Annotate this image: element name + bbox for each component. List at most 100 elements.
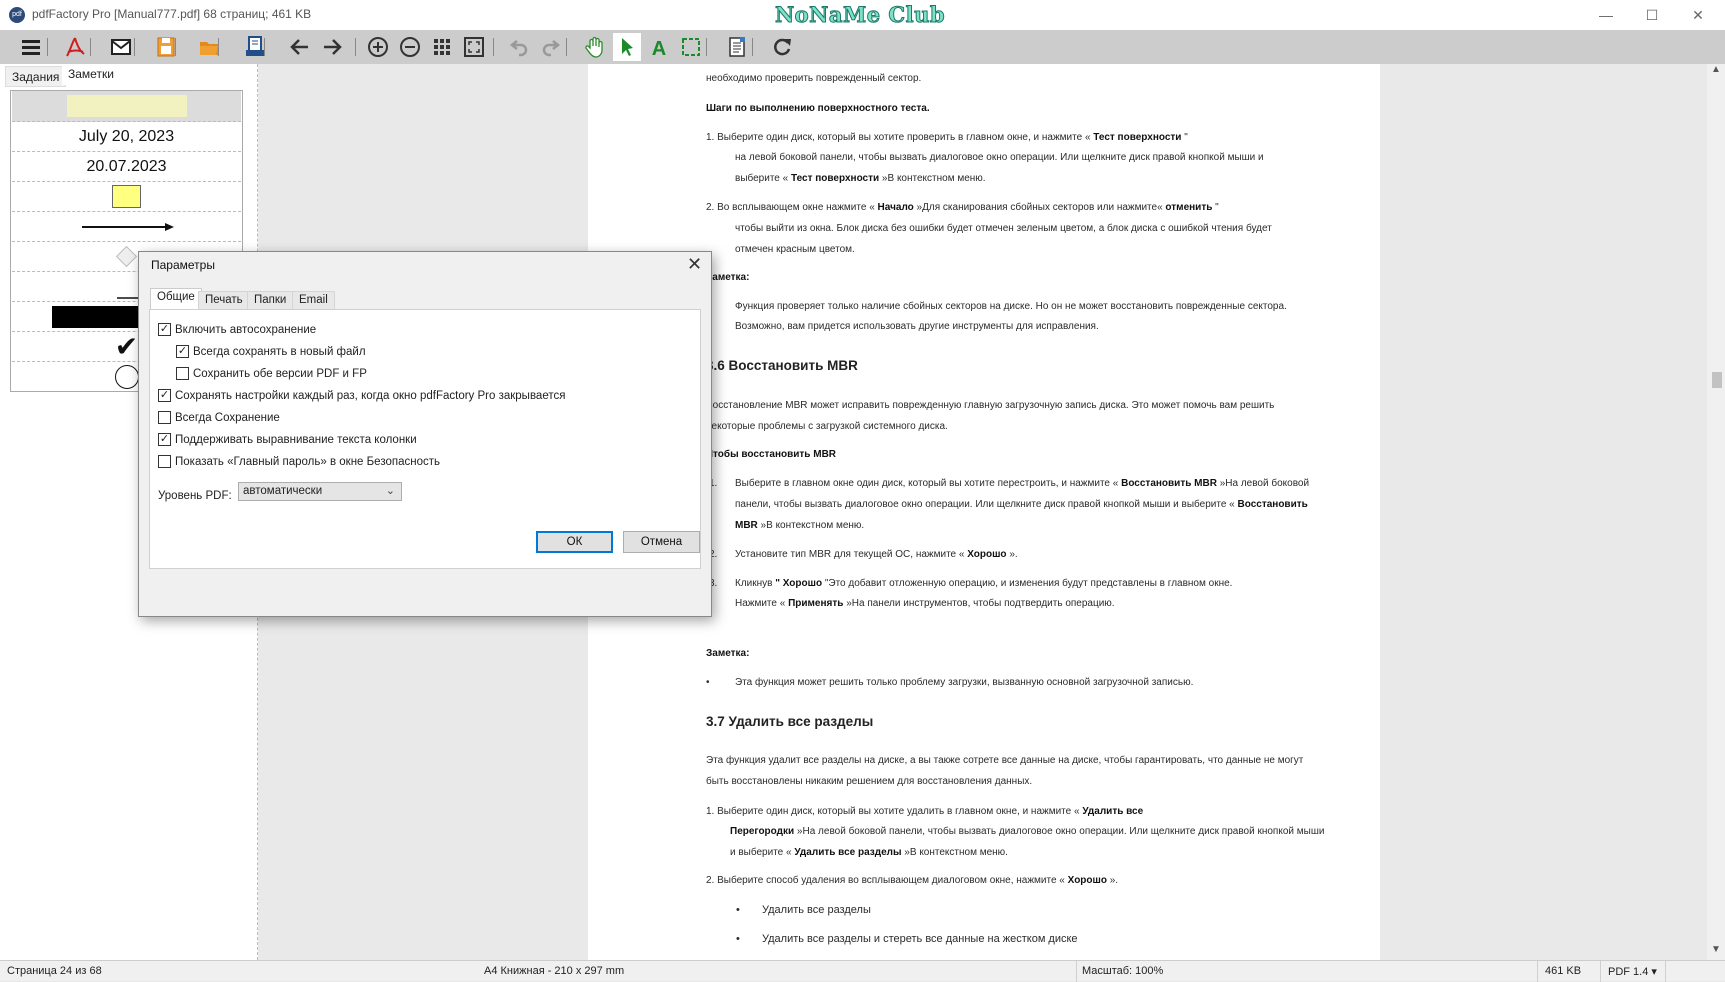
forward-button[interactable] — [318, 33, 346, 61]
toolbar-separator — [355, 38, 356, 56]
ok-button[interactable]: ОК — [536, 531, 613, 553]
dialog-close-button[interactable]: ✕ — [687, 254, 702, 275]
toolbar: A — [0, 30, 1725, 64]
text-line: Эта функция удалит все разделы на диске,… — [706, 755, 1303, 766]
back-button[interactable] — [286, 33, 314, 61]
tab-folders[interactable]: Папки — [247, 291, 294, 309]
option-label: Всегда сохранять в новый файл — [193, 345, 366, 358]
chevron-down-icon: ⌄ — [385, 485, 395, 497]
text-run: Функция проверяет только наличие сбойных… — [735, 301, 1287, 312]
tab-tasks[interactable]: Задания — [5, 66, 67, 87]
option-row[interactable]: ✓ Всегда сохранять в новый файл — [176, 345, 366, 358]
note-highlight[interactable] — [12, 91, 241, 122]
refresh-button[interactable] — [768, 33, 796, 61]
bold-text: " Хорошо — [775, 578, 823, 589]
minimize-button[interactable]: — — [1583, 0, 1629, 30]
fit-page-button[interactable] — [460, 33, 488, 61]
section-heading: 3.6 Восстановить MBR — [706, 358, 858, 373]
text-line: Удалить все разделы и стереть все данные… — [762, 933, 1078, 945]
text-run: на левой боковой панели, чтобы вызвать д… — [735, 152, 1264, 163]
option-row[interactable]: ✓ Поддерживать выравнивание текста колонк… — [158, 433, 417, 446]
option-label: Показать «Главный пароль» в окне Безопас… — [175, 455, 440, 468]
checkbox[interactable]: ✓ — [158, 323, 171, 336]
checkbox[interactable] — [158, 455, 171, 468]
text-run: 1. Выберите один диск, который вы хотите… — [706, 806, 1083, 817]
option-row[interactable]: Всегда Сохранение — [158, 411, 280, 424]
svg-text:A: A — [652, 38, 666, 59]
text-line: Установите тип MBR для текущей ОС, нажми… — [735, 549, 1018, 560]
text-line: Кликнув " Хорошо "Это добавит отложенную… — [735, 578, 1232, 589]
pdf-level-select[interactable]: автоматически ⌄ — [238, 482, 402, 501]
tab-print[interactable]: Печать — [198, 291, 250, 309]
check-icon: ✓ — [159, 433, 170, 445]
scrollbar-thumb[interactable] — [1712, 372, 1722, 388]
checkbox[interactable] — [176, 367, 189, 380]
bold-text: Удалить все разделы — [794, 847, 902, 858]
note-arrow[interactable] — [12, 212, 241, 242]
checkbox[interactable]: ✓ — [158, 389, 171, 402]
option-row[interactable]: ✓ Сохранять настройки каждый раз, когда о… — [158, 389, 565, 402]
text-run: панели, чтобы вызвать диалоговое окно оп… — [735, 499, 1238, 510]
text-run: »В контекстном меню. — [879, 173, 986, 184]
option-row[interactable]: ✓ Включить автосохранение — [158, 323, 316, 336]
tab-notes[interactable]: Заметки — [62, 64, 120, 85]
text-line: MBR »В контекстном меню. — [735, 520, 864, 531]
text-run: Нажмите « — [735, 598, 789, 609]
text-line: и выберите « Удалить все разделы »В конт… — [730, 847, 1008, 858]
text-run: быть восстановлены никаким решением для … — [706, 776, 1033, 787]
selection-rect-button[interactable] — [677, 33, 705, 61]
app-icon: pdf — [9, 7, 25, 23]
title-bar: pdf pdfFactory Pro [Manual777.pdf] 68 ст… — [0, 0, 1725, 30]
maximize-button[interactable]: ☐ — [1629, 0, 1675, 30]
status-zoom: Масштаб: 100% — [1082, 965, 1164, 977]
redo-button[interactable] — [536, 33, 564, 61]
pdf-version-dropdown[interactable]: PDF 1.4 ▾ — [1608, 965, 1657, 978]
forward-icon — [324, 39, 342, 55]
text-tool-icon: A — [652, 38, 666, 59]
text-run: Восстановление MBR может исправить повре… — [706, 400, 1275, 411]
text-run: выберите « — [735, 173, 791, 184]
text-line: Возможно, вам придется использовать друг… — [735, 321, 1099, 332]
text-run: 3.7 Удалить все разделы — [706, 714, 874, 729]
cancel-button[interactable]: Отмена — [623, 531, 700, 553]
hand-button[interactable] — [581, 33, 609, 61]
close-window-button[interactable]: ✕ — [1675, 0, 1721, 30]
bold-text: Восстановить — [1237, 499, 1308, 510]
zoom-in-button[interactable] — [364, 33, 392, 61]
checkbox[interactable]: ✓ — [176, 345, 189, 358]
bold-text: отменить — [1165, 202, 1213, 213]
thumbnails-button[interactable] — [428, 33, 456, 61]
pdf-button[interactable] — [61, 33, 89, 61]
bold-text: Удалить все — [1082, 806, 1144, 817]
page-edit-icon — [729, 37, 745, 57]
tab-email[interactable]: Email — [292, 291, 335, 309]
note-date-short[interactable]: 20.07.2023 — [12, 152, 241, 182]
text-run: Установите тип MBR для текущей ОС, нажми… — [735, 549, 968, 560]
checkbox[interactable]: ✓ — [158, 433, 171, 446]
option-row[interactable]: Сохранить обе версии PDF и FP — [176, 367, 367, 380]
toolbar-separator — [752, 38, 753, 56]
text-tool-button[interactable]: A — [645, 33, 673, 61]
undo-icon — [509, 40, 528, 57]
bold-text: Чтобы восстановить MBR — [706, 449, 837, 460]
note-sticky[interactable] — [12, 182, 241, 212]
option-row[interactable]: Показать «Главный пароль» в окне Безопас… — [158, 455, 440, 468]
vertical-scrollbar[interactable]: ▲ ▼ — [1707, 64, 1725, 960]
menu-button[interactable] — [17, 33, 45, 61]
email-button[interactable] — [107, 33, 135, 61]
checkbox[interactable] — [158, 411, 171, 424]
menu-icon — [22, 40, 40, 55]
undo-button[interactable] — [506, 33, 534, 61]
text-run: Удалить все разделы — [762, 904, 871, 916]
text-run: Удалить все разделы и стереть все данные… — [762, 933, 1078, 945]
select-arrow-button[interactable] — [613, 33, 641, 61]
note-date-long[interactable]: July 20, 2023 — [12, 122, 241, 152]
page-edit-button[interactable] — [723, 33, 751, 61]
list-marker: • — [736, 904, 740, 916]
thumbnails-icon — [434, 39, 450, 55]
tab-general[interactable]: Общие — [150, 288, 202, 310]
scroll-up-icon[interactable]: ▲ — [1711, 64, 1721, 75]
scroll-down-icon[interactable]: ▼ — [1711, 944, 1721, 955]
zoom-out-button[interactable] — [396, 33, 424, 61]
toolbar-separator — [47, 38, 48, 56]
